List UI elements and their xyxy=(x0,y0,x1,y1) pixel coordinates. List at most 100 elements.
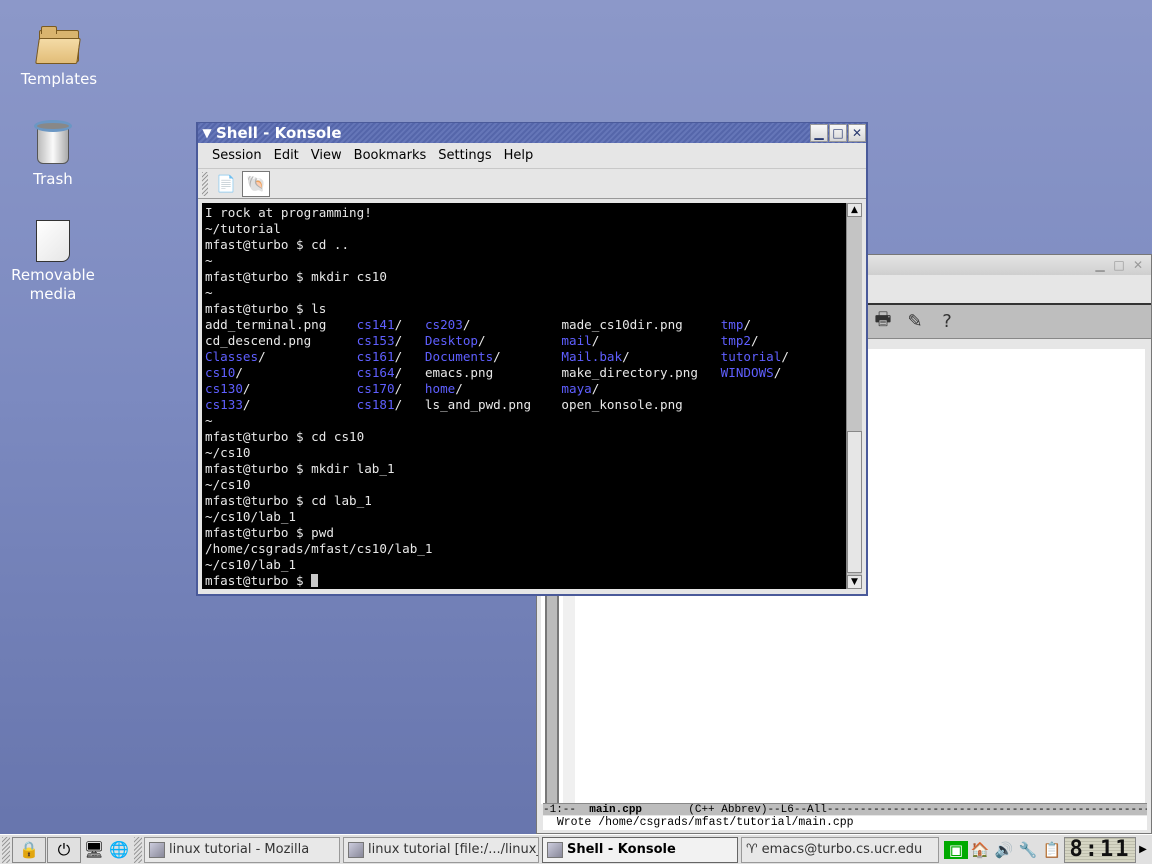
modeline-buffer-name: main.cpp xyxy=(589,804,643,815)
trash-icon xyxy=(34,120,72,166)
terminal-line: ~ xyxy=(205,413,213,428)
globe-icon: 🌐 xyxy=(109,840,129,859)
ls-row: Classes/ cs161/ Documents/ Mail.bak/ tut… xyxy=(205,349,846,365)
ls-row: cs10/ cs164/ emacs.png make_directory.pn… xyxy=(205,365,846,381)
ls-directory: Desktop/ xyxy=(424,333,562,348)
desktop-icon-trash[interactable]: Trash xyxy=(0,120,108,189)
ls-directory: cs130/ xyxy=(205,381,357,396)
ls-directory: cs161/ xyxy=(356,349,425,364)
menu-view[interactable]: View xyxy=(305,148,348,163)
ls-directory: cs133/ xyxy=(205,397,357,412)
home-folder-icon[interactable]: 🏠 xyxy=(968,841,992,859)
terminal-line: mfast@turbo $ cd cs10 xyxy=(205,429,365,444)
ls-directory: tutorial/ xyxy=(720,349,789,364)
menu-edit[interactable]: Edit xyxy=(268,148,305,163)
mozilla-icon xyxy=(149,841,165,858)
help-icon[interactable]: ? xyxy=(931,311,963,332)
task-konsole[interactable]: Shell - Konsole xyxy=(542,836,738,863)
terminal-line: ~ xyxy=(205,253,213,268)
terminal-line: ~/tutorial xyxy=(205,221,281,236)
print-icon[interactable]: 🖶 xyxy=(867,307,899,337)
ls-row: cd_descend.png cs153/ Desktop/ mail/ tmp… xyxy=(205,333,846,349)
ls-directory: maya/ xyxy=(561,381,721,396)
ls-row: add_terminal.png cs141/ cs203/ made_cs10… xyxy=(205,317,846,333)
ls-directory: home/ xyxy=(424,381,562,396)
klipper-icon[interactable]: 📋 xyxy=(1040,841,1064,859)
menu-help[interactable]: Help xyxy=(498,148,540,163)
terminal-line: mfast@turbo $ ls xyxy=(205,301,327,316)
taskbar: 🔒 ⏻ 🖥 🌐 linux tutorial - Mozilla linux t… xyxy=(0,834,1152,864)
lock-icon: 🔒 xyxy=(19,840,39,859)
ls-directory: tmp/ xyxy=(720,317,752,332)
ls-file: cd_descend.png xyxy=(205,333,312,348)
panel-expand-arrow[interactable]: ▶ xyxy=(1136,844,1150,855)
menu-session[interactable]: Session xyxy=(206,148,268,163)
konsole-window: ▼ Shell - Konsole ▁ □ ✕ Session Edit Vie… xyxy=(196,122,868,596)
desktop-icon-templates[interactable]: Templates xyxy=(4,26,114,89)
gnu-icon: ♈ xyxy=(746,842,758,857)
browser-launcher[interactable]: 🌐 xyxy=(107,837,131,863)
toolbar-grip[interactable] xyxy=(202,171,208,196)
terminal-line: mfast@turbo $ cd lab_1 xyxy=(205,493,372,508)
ls-directory: cs170/ xyxy=(356,381,425,396)
panel-grip[interactable] xyxy=(2,836,10,863)
close-button[interactable]: ✕ xyxy=(1129,256,1147,274)
terminal-icon: 🖥 xyxy=(83,840,105,859)
shell-icon: 🐚 xyxy=(246,174,266,193)
task-emacs[interactable]: ♈ emacs@turbo.cs.ucr.edu xyxy=(741,836,939,863)
scroll-down-arrow[interactable]: ▼ xyxy=(847,575,862,589)
konsole-toolbar: 📄 🐚 xyxy=(198,169,866,199)
panel-grip[interactable] xyxy=(134,836,142,863)
terminal-output[interactable]: I rock at programming! ~/tutorial mfast@tu… xyxy=(202,203,846,589)
task-label: linux tutorial - Mozilla xyxy=(169,842,310,857)
close-button[interactable]: ✕ xyxy=(848,124,866,142)
menu-settings[interactable]: Settings xyxy=(432,148,497,163)
ls-directory: cs203/ xyxy=(424,317,562,332)
maximize-button[interactable]: □ xyxy=(1110,256,1128,274)
network-icon[interactable]: ▣ xyxy=(944,840,968,859)
clock[interactable]: 8:11 xyxy=(1064,836,1136,863)
emacs-minibuffer[interactable]: Wrote /home/csgrads/mfast/tutorial/main.… xyxy=(543,816,1147,830)
minimize-button[interactable]: ▁ xyxy=(1091,256,1109,274)
minimize-button[interactable]: ▁ xyxy=(810,124,828,142)
terminal-line: mfast@turbo $ pwd xyxy=(205,525,334,540)
spellcheck-icon[interactable]: ✎ xyxy=(899,311,931,332)
new-session-button[interactable]: 📄 xyxy=(212,171,240,197)
minibuffer-message: Wrote /home/csgrads/mfast/tutorial/main.… xyxy=(556,816,854,829)
terminal-launcher[interactable]: 🖥 xyxy=(82,837,106,863)
ls-directory: cs141/ xyxy=(356,317,425,332)
window-title: Shell - Konsole xyxy=(216,124,342,142)
shell-session-button[interactable]: 🐚 xyxy=(242,170,270,197)
power-icon: ⏻ xyxy=(57,839,71,859)
desktop-icon-removable-media[interactable]: Removable media xyxy=(0,220,108,304)
maximize-button[interactable]: □ xyxy=(829,124,847,142)
emacs-modeline: -1:-- main.cpp (C++ Abbrev)--L6--All----… xyxy=(543,803,1147,815)
terminal-line: ~ xyxy=(205,285,213,300)
task-konqueror[interactable]: linux tutorial [file:/.../linux_tuto xyxy=(343,836,539,863)
scroll-up-arrow[interactable]: ▲ xyxy=(847,203,862,217)
settings-icon[interactable]: 🔧 xyxy=(1016,841,1040,859)
task-mozilla[interactable]: linux tutorial - Mozilla xyxy=(144,836,340,863)
ls-directory: Classes/ xyxy=(205,349,357,364)
ls-file: emacs.png xyxy=(424,365,494,380)
window-menu-icon[interactable]: ▼ xyxy=(198,126,216,140)
konsole-titlebar[interactable]: ▼ Shell - Konsole ▁ □ ✕ xyxy=(198,123,866,143)
desktop-icon-label: Templates xyxy=(20,70,98,88)
terminal-line: ~/cs10/lab_1 xyxy=(205,557,296,572)
ls-directory: mail/ xyxy=(561,333,721,348)
terminal-line: mfast@turbo $ mkdir cs10 xyxy=(205,269,387,284)
ls-directory: cs10/ xyxy=(205,365,357,380)
terminal-line: ~/cs10/lab_1 xyxy=(205,509,296,524)
menu-bookmarks[interactable]: Bookmarks xyxy=(348,148,433,163)
ls-file: make_directory.png xyxy=(561,365,698,380)
konsole-icon xyxy=(547,841,563,858)
task-label: linux tutorial [file:/.../linux_tuto xyxy=(368,842,538,857)
scrollbar-thumb[interactable] xyxy=(847,431,862,573)
volume-icon[interactable]: 🔊 xyxy=(992,841,1016,859)
terminal-line: mfast@turbo $ cd .. xyxy=(205,237,350,252)
lock-screen-button[interactable]: 🔒 xyxy=(12,836,46,863)
terminal-line: I rock at programming! xyxy=(205,205,372,220)
ls-directory: cs181/ xyxy=(356,397,425,412)
terminal-scrollbar[interactable]: ▲ ▼ xyxy=(846,203,862,589)
logout-button[interactable]: ⏻ xyxy=(47,836,81,863)
